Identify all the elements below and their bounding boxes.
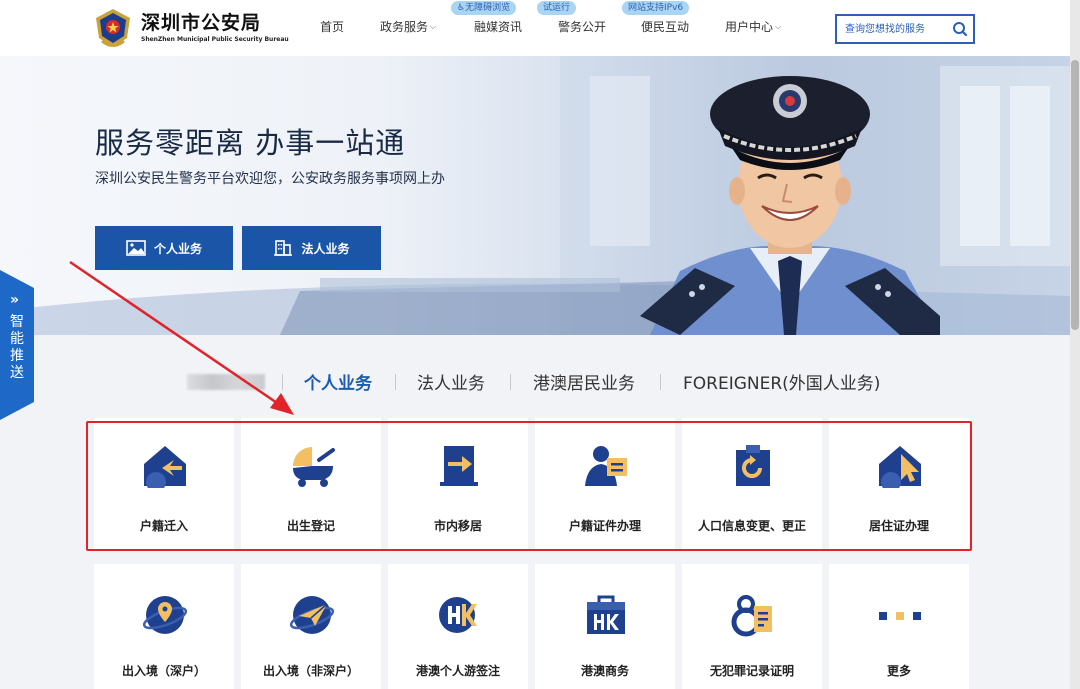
- tab-divider: [510, 374, 511, 390]
- app-window: 深圳市公安局 ShenZhen Municipal Public Securit…: [0, 0, 1080, 689]
- nav-public-interaction[interactable]: 便民互动: [641, 18, 689, 35]
- tab-personal-business[interactable]: 个人业务: [304, 369, 372, 394]
- hero-banner: 服务零距离 办事一站通 深圳公安民生警务平台欢迎您，公安政务服务事项网上办 个人…: [0, 56, 1070, 335]
- service-card-hukou-documents[interactable]: 户籍证件办理: [535, 418, 675, 550]
- person-card-icon: [585, 446, 627, 486]
- tab-corporate-business[interactable]: 法人业务: [417, 369, 485, 394]
- banner-subtitle: 深圳公安民生警务平台欢迎您，公安政务服务事项网上办: [95, 171, 445, 187]
- chevron-down-icon: ⌵: [775, 21, 782, 31]
- business-category-tabs: 个人业务 法人业务 港澳居民业务 FOREIGNER(外国人业务): [0, 366, 1070, 396]
- service-card-hukou-move-in[interactable]: 户籍迁入: [94, 418, 234, 550]
- police-officer-image: [640, 76, 940, 335]
- service-card-residence-permit[interactable]: 居住证办理: [829, 418, 969, 550]
- house-flag-icon: [879, 446, 921, 488]
- page-scrollbar[interactable]: [1070, 0, 1080, 689]
- service-label: 出入境（深户）: [121, 664, 206, 678]
- service-label: 出入境（非深户）: [262, 664, 359, 678]
- tab-hk-macao-residents[interactable]: 港澳居民业务: [533, 369, 635, 394]
- nav-police-affairs[interactable]: 警务公开: [558, 18, 606, 35]
- accessibility-badge[interactable]: ♿无障碍浏览: [451, 1, 517, 15]
- search-box: [835, 14, 975, 44]
- nav-user-center[interactable]: 用户中心 ⌵: [725, 18, 781, 35]
- search-input[interactable]: [845, 21, 949, 37]
- personal-business-button[interactable]: 个人业务: [95, 226, 233, 270]
- service-card-no-criminal-record[interactable]: 无犯罪记录证明: [682, 564, 822, 689]
- ipv6-badge: 网站支持IPv6: [622, 1, 690, 15]
- tab-foreigner-business[interactable]: FOREIGNER(外国人业务): [683, 369, 880, 394]
- chevron-down-icon: ⌵: [430, 21, 437, 31]
- tab-divider: [660, 374, 661, 390]
- hk-globe-icon: [439, 597, 477, 633]
- scrollbar-thumb[interactable]: [1071, 60, 1079, 330]
- service-label: 居住证办理: [868, 519, 929, 533]
- baby-carriage-icon: [293, 447, 335, 487]
- building-icon: [274, 240, 293, 256]
- more-dots-icon: [879, 612, 921, 620]
- service-label: 户籍证件办理: [568, 519, 641, 533]
- blurred-tab: [187, 374, 265, 390]
- house-arrow-icon: [144, 446, 186, 488]
- handcuffs-certificate-icon: [731, 595, 772, 637]
- search-icon[interactable]: [951, 20, 969, 38]
- trial-run-badge: 试运行: [537, 1, 577, 15]
- picture-icon: [126, 240, 146, 256]
- service-card-population-info-change[interactable]: 人口信息变更、更正: [682, 418, 822, 550]
- service-label: 港澳个人游签注: [415, 664, 500, 678]
- site-logo-subtitle: ShenZhen Municipal Public Security Burea…: [141, 36, 289, 43]
- service-card-exit-entry-non-shenzhen[interactable]: 出入境（非深户）: [241, 564, 381, 689]
- service-label: 人口信息变更、更正: [697, 519, 806, 533]
- move-door-icon: [440, 446, 478, 486]
- service-label: 户籍迁入: [139, 519, 188, 533]
- service-label: 港澳商务: [580, 664, 629, 678]
- banner-title: 服务零距离 办事一站通: [95, 126, 406, 160]
- service-label: 无犯罪记录证明: [709, 664, 794, 678]
- double-chevron-right-icon: »: [10, 292, 20, 308]
- police-emblem-icon[interactable]: [94, 8, 132, 48]
- site-logo-title[interactable]: 深圳市公安局: [141, 8, 261, 35]
- service-label: 市内移居: [433, 519, 482, 533]
- site-header: 深圳市公安局 ShenZhen Municipal Public Securit…: [0, 0, 1080, 56]
- hk-briefcase-icon: [587, 595, 625, 634]
- smart-push-side-tab[interactable]: » 智能推送: [0, 270, 34, 420]
- service-card-intra-city-relocation[interactable]: 市内移居: [388, 418, 528, 550]
- corporate-business-button[interactable]: 法人业务: [242, 226, 381, 270]
- globe-pin-icon: [142, 596, 188, 634]
- nav-government-services[interactable]: 政务服务 ⌵: [380, 18, 436, 35]
- service-label: 更多: [886, 664, 911, 678]
- service-card-birth-registration[interactable]: 出生登记: [241, 418, 381, 550]
- service-card-hk-macao-business[interactable]: 港澳商务: [535, 564, 675, 689]
- service-card-hk-macao-individual-visa[interactable]: 港澳个人游签注: [388, 564, 528, 689]
- tab-divider: [282, 374, 283, 390]
- service-card-more[interactable]: 更多: [829, 564, 969, 689]
- wheelchair-icon: ♿: [457, 3, 466, 13]
- service-card-exit-entry-shenzhen[interactable]: 出入境（深户）: [94, 564, 234, 689]
- refresh-document-icon: [736, 445, 770, 486]
- tab-divider: [395, 374, 396, 390]
- nav-home[interactable]: 首页: [320, 18, 344, 35]
- globe-plane-icon: [289, 596, 335, 634]
- service-label: 出生登记: [286, 519, 335, 533]
- nav-media-news[interactable]: 融媒资讯: [474, 18, 522, 35]
